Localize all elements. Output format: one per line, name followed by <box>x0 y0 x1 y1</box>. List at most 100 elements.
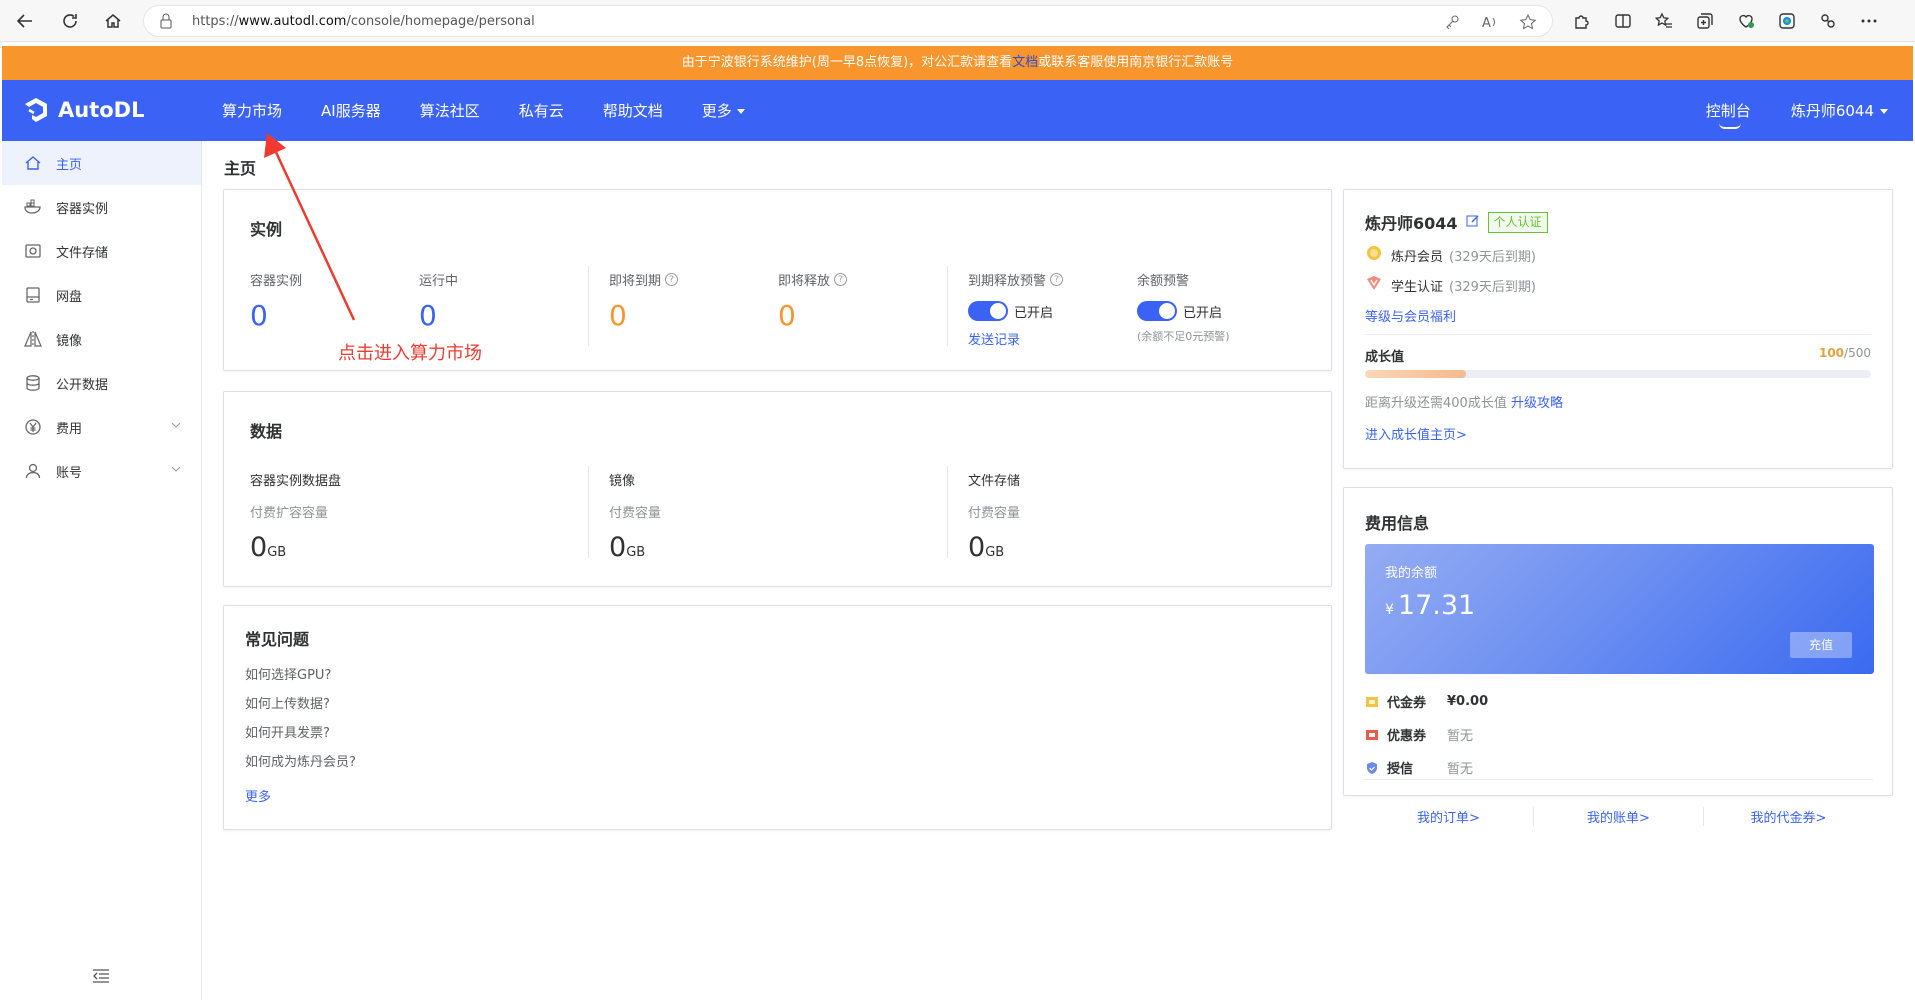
faq-more-link[interactable]: 更多 <box>245 786 356 805</box>
stat-releasing[interactable]: 即将释放? 0 <box>778 270 848 332</box>
release-alert-toggle[interactable] <box>968 301 1008 321</box>
nav-help-docs[interactable]: 帮助文档 <box>603 100 663 121</box>
credit-label: 授信 <box>1387 762 1414 777</box>
sidebar-item-label: 主页 <box>56 157 83 173</box>
growth-progress-bar <box>1365 370 1871 378</box>
fee-footer-links: 我的订单> 我的账单> 我的代金券> <box>1364 807 1873 826</box>
user-icon <box>22 460 44 482</box>
password-key-icon[interactable] <box>1440 10 1464 34</box>
member-row: 炼丹会员 (329天后到期) <box>1365 244 1536 266</box>
performance-icon[interactable] <box>1734 9 1758 33</box>
voucher-icon <box>1365 695 1379 709</box>
send-records-link[interactable]: 发送记录 <box>968 329 1063 348</box>
stat-running[interactable]: 运行中 0 <box>419 270 458 332</box>
voucher-value: ¥0.00 <box>1447 694 1489 709</box>
growth-home-link[interactable]: 进入成长值主页> <box>1365 424 1467 443</box>
upgrade-guide-link[interactable]: 升级攻略 <box>1511 396 1563 411</box>
stat-containers[interactable]: 容器实例 0 <box>250 270 302 332</box>
benefits-link[interactable]: 等级与会员福利 <box>1365 306 1536 325</box>
url-text[interactable]: https://www.autodl.com/console/homepage/… <box>192 14 535 29</box>
stat-value: 0 <box>778 299 796 332</box>
member-note: (329天后到期) <box>1449 249 1536 265</box>
faq-card: 常见问题 如何选择GPU? 如何上传数据? 如何开具发票? 如何成为炼丹会员? … <box>223 605 1332 830</box>
faq-item[interactable]: 如何开具发票? <box>245 722 356 751</box>
more-menu-icon[interactable] <box>1857 9 1881 33</box>
nav-ai-server[interactable]: AI服务器 <box>321 100 381 121</box>
main-content: 主页 实例 容器实例 0 运行中 0 即将到期? 0 即将释放? 0 到期释放预… <box>202 141 1913 1001</box>
sidebar-item-label: 文件存储 <box>56 245 109 261</box>
yen-icon <box>22 416 44 438</box>
help-icon[interactable]: ? <box>1050 273 1064 286</box>
user-menu[interactable]: 炼丹师6044 <box>1791 100 1889 121</box>
stat-label: 运行中 <box>419 274 459 289</box>
my-orders-link[interactable]: 我的订单> <box>1364 807 1533 826</box>
annotation-text: 点击进入算力市场 <box>338 343 482 364</box>
extensions-icon[interactable] <box>1570 9 1594 33</box>
balance-alert-note: (余额不足0元预警) <box>1137 330 1230 343</box>
home-icon <box>22 152 44 174</box>
logo-text: AutoDL <box>58 98 145 122</box>
sidebar-item-billing[interactable]: 费用 <box>2 405 201 449</box>
reload-icon[interactable] <box>58 9 82 33</box>
faq-item[interactable]: 如何成为炼丹会员? <box>245 751 356 780</box>
favorites-icon[interactable] <box>1652 9 1676 33</box>
sidebar-item-containers[interactable]: 容器实例 <box>2 185 201 229</box>
nav-more[interactable]: 更多 <box>702 100 746 121</box>
sidebar-item-label: 费用 <box>56 421 83 437</box>
recharge-button[interactable]: 充值 <box>1790 632 1852 658</box>
divider <box>1364 779 1873 780</box>
sidebar-item-file-storage[interactable]: 文件存储 <box>2 229 201 273</box>
student-row: 学生认证 (329天后到期) <box>1365 274 1536 296</box>
faq-item[interactable]: 如何上传数据? <box>245 693 356 722</box>
sidebar-item-account[interactable]: 账号 <box>2 449 201 493</box>
split-screen-icon[interactable] <box>1611 9 1635 33</box>
sidebar-item-home[interactable]: 主页 <box>2 141 201 185</box>
student-label: 学生认证 <box>1391 279 1444 295</box>
sidebar-item-public-data[interactable]: 公开数据 <box>2 361 201 405</box>
nav-private-cloud[interactable]: 私有云 <box>519 100 564 121</box>
notice-text: 由于宁波银行系统维护(周一早8点恢复)，对公汇款请查看 <box>681 55 1013 70</box>
autodl-logo[interactable]: AutoDL <box>22 96 144 124</box>
collections-icon[interactable] <box>1693 9 1717 33</box>
sidebar-item-label: 镜像 <box>56 333 83 349</box>
nav-console[interactable]: 控制台 <box>1706 100 1751 129</box>
chevron-down-icon <box>171 419 181 434</box>
balance-alert-toggle[interactable] <box>1137 301 1177 321</box>
copilot-icon[interactable] <box>1816 9 1840 33</box>
faq-item[interactable]: 如何选择GPU? <box>245 664 356 693</box>
nav-algorithm-community[interactable]: 算法社区 <box>420 100 480 121</box>
address-bar[interactable]: https://www.autodl.com/console/homepage/… <box>143 5 1553 37</box>
read-aloud-icon[interactable]: A <box>1478 10 1502 34</box>
balance-card: 我的余额 ¥17.31 充值 <box>1365 544 1874 674</box>
divider <box>588 466 589 558</box>
growth-label: 成长值 <box>1365 350 1405 365</box>
coupon-row: 优惠券 暂无 <box>1365 725 1473 744</box>
help-icon[interactable]: ? <box>834 273 848 286</box>
stat-label: 即将到期 <box>609 274 662 289</box>
sidebar-item-netdisk[interactable]: 网盘 <box>2 273 201 317</box>
collapse-sidebar-icon[interactable] <box>92 968 110 988</box>
edge-tab-icon[interactable] <box>1775 9 1799 33</box>
my-vouchers-link[interactable]: 我的代金券> <box>1704 807 1873 826</box>
data-col-head: 文件存储 <box>968 474 1021 489</box>
favorite-star-icon[interactable] <box>1516 10 1540 34</box>
sidebar-item-images[interactable]: 镜像 <box>2 317 201 361</box>
lock-icon[interactable] <box>158 12 174 34</box>
stat-expiring[interactable]: 即将到期? 0 <box>609 270 679 332</box>
divider <box>588 266 589 346</box>
balance-alert: 余额预警 已开启 (余额不足0元预警) <box>1137 270 1230 344</box>
back-arrow-icon[interactable] <box>13 9 37 33</box>
chevron-down-icon <box>171 463 181 478</box>
release-alert: 到期释放预警? 已开启 发送记录 <box>968 270 1064 348</box>
stat-label: 即将释放 <box>778 274 831 289</box>
home-browser-icon[interactable] <box>101 9 125 33</box>
page-title: 主页 <box>224 159 257 178</box>
help-icon[interactable]: ? <box>665 273 679 286</box>
notice-doc-link[interactable]: 文档 <box>1012 55 1038 70</box>
nav-more-label: 更多 <box>701 102 732 120</box>
svg-text:A: A <box>1482 16 1491 30</box>
my-bills-link[interactable]: 我的账单> <box>1533 807 1704 826</box>
nav-compute-market[interactable]: 算力市场 <box>222 100 282 121</box>
growth-progress-fill <box>1365 370 1467 378</box>
edit-icon[interactable] <box>1466 213 1480 232</box>
